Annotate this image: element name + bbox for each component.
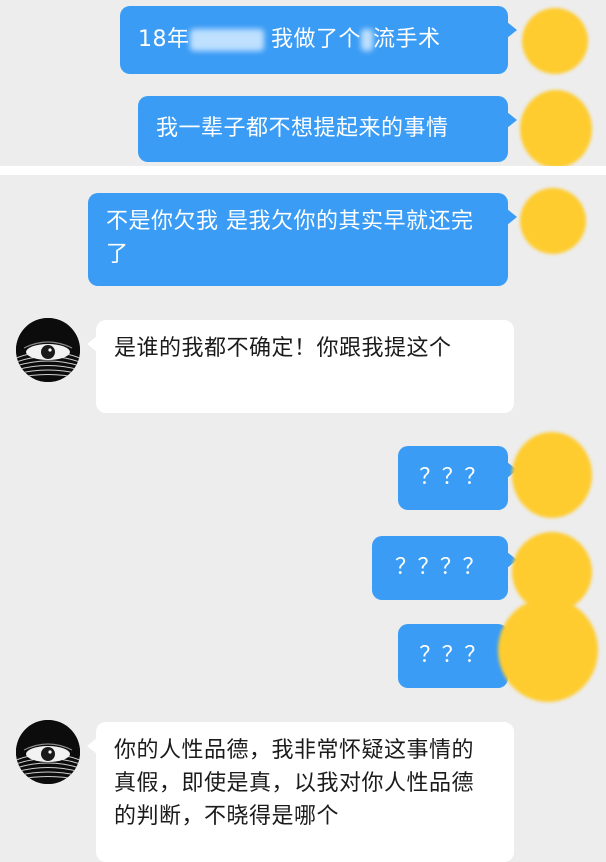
- avatar[interactable]: [512, 432, 592, 518]
- message-bubble-received[interactable]: 是谁的我都不确定！你跟我提这个: [87, 320, 514, 413]
- avatar[interactable]: [16, 720, 80, 784]
- message-text: 你的人性品德，我非常怀疑这事情的真假，即使是真，以我对你人性品德的判断，不晓得是…: [114, 738, 475, 829]
- avatar[interactable]: [520, 90, 592, 168]
- avatar[interactable]: [522, 8, 588, 74]
- avatar[interactable]: [520, 188, 586, 254]
- redacted-blur: [361, 29, 374, 51]
- message-text: 我一辈子都不想提起来的事情: [156, 116, 449, 141]
- message-text: 流手术: [373, 27, 441, 52]
- message-text: ？？？: [419, 643, 487, 668]
- message-bubble-sent[interactable]: 我一辈子都不想提起来的事情: [138, 96, 517, 162]
- message-text: 我做了个: [271, 27, 362, 52]
- screenshot-divider: [0, 166, 606, 175]
- eye-avatar-icon: [16, 720, 80, 784]
- eye-avatar-icon: [16, 318, 80, 382]
- message-text: ？？？？: [394, 555, 485, 580]
- message-text: 不是你欠我 是我欠你的其实早就还完了: [106, 209, 474, 267]
- message-bubble-sent[interactable]: ？？？: [398, 624, 517, 688]
- message-text: 18年: [138, 27, 190, 52]
- message-bubble-sent[interactable]: ？？？: [398, 446, 517, 510]
- message-text: 是谁的我都不确定！你跟我提这个: [114, 336, 452, 361]
- message-bubble-sent[interactable]: ？？？？: [372, 536, 517, 600]
- chat-area[interactable]: 18年 我做了个 流手术 我一辈子都不想提起来的事情 不是你欠我 是我欠你的其实早…: [0, 0, 606, 862]
- message-bubble-sent[interactable]: 18年 我做了个 流手术: [120, 6, 517, 74]
- redacted-blur: [189, 29, 264, 51]
- message-bubble-received[interactable]: 你的人性品德，我非常怀疑这事情的真假，即使是真，以我对你人性品德的判断，不晓得是…: [87, 722, 514, 862]
- message-text: ？？？: [419, 465, 487, 490]
- avatar[interactable]: [16, 318, 80, 382]
- avatar[interactable]: [498, 598, 598, 702]
- message-bubble-sent[interactable]: 不是你欠我 是我欠你的其实早就还完了: [88, 193, 517, 286]
